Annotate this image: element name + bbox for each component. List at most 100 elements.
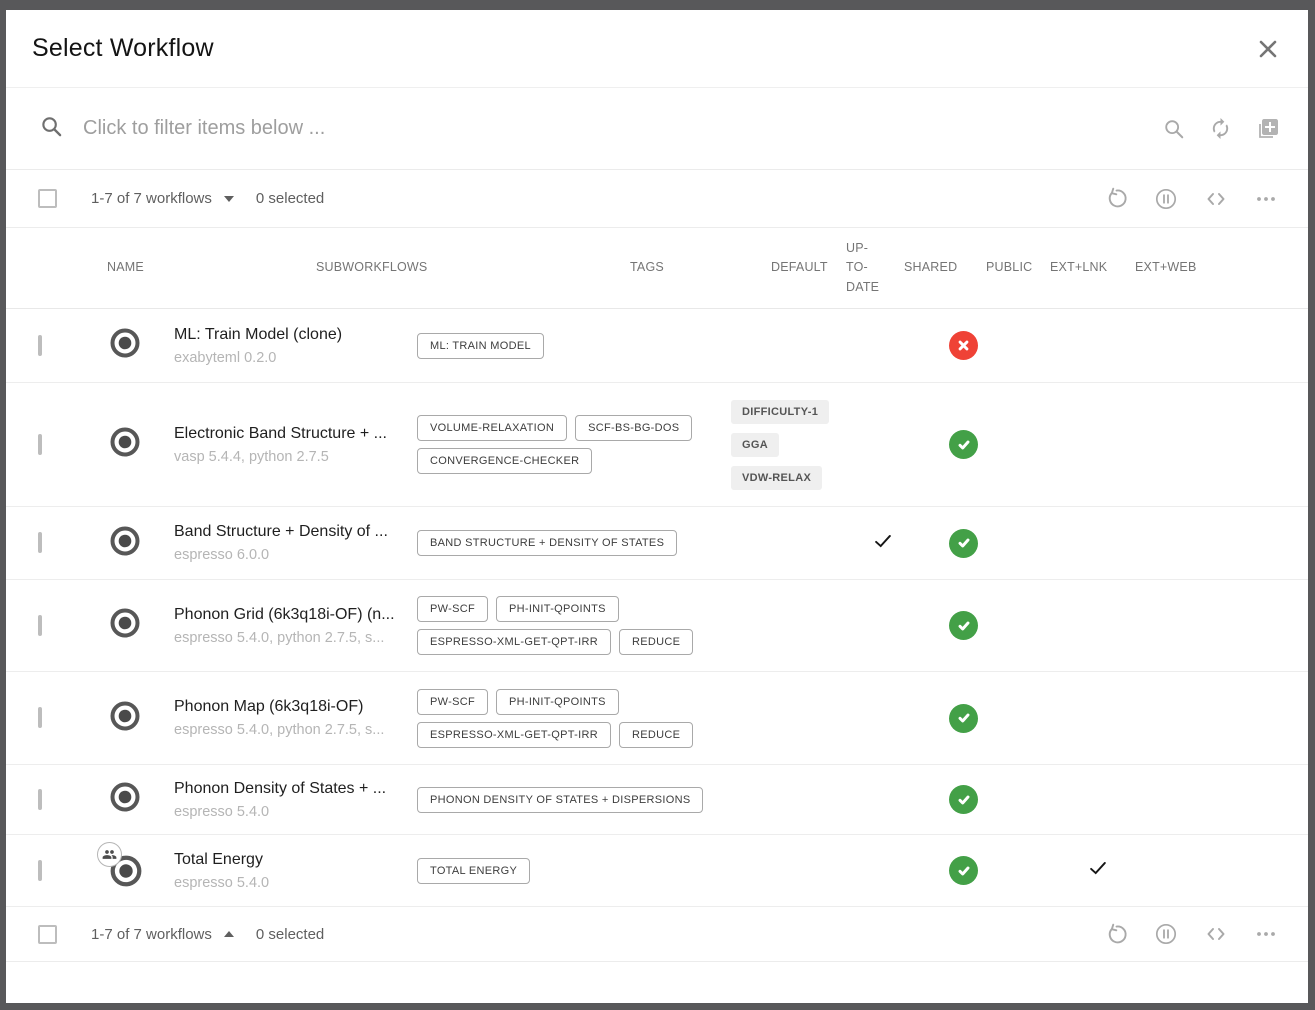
filter-bar xyxy=(6,88,1308,170)
uptodate-ok-icon xyxy=(949,704,978,733)
table-row[interactable]: Total Energy espresso 5.4.0 TOTAL ENERGY xyxy=(6,835,1308,907)
workflow-subtitle: espresso 5.4.0 xyxy=(174,804,417,820)
column-header-subworkflows[interactable]: SUBWORKFLOWS xyxy=(316,260,427,274)
table-row[interactable]: Electronic Band Structure + ... vasp 5.4… xyxy=(6,383,1308,507)
pause-circle-icon[interactable] xyxy=(1154,187,1178,211)
subworkflow-chip: REDUCE xyxy=(619,629,693,655)
workflow-subtitle: espresso 5.4.0 xyxy=(174,875,417,891)
radio-selected-icon[interactable] xyxy=(109,445,141,462)
workflow-name[interactable]: Electronic Band Structure + ... xyxy=(174,425,417,443)
uptodate-ok-icon xyxy=(949,611,978,640)
subworkflow-chip: PH-INIT-QPOINTS xyxy=(496,596,619,622)
workflow-name[interactable]: Phonon Grid (6k3q18i-OF) (n... xyxy=(174,606,417,624)
workflow-name[interactable]: Phonon Density of States + ... xyxy=(174,780,417,798)
table-row[interactable]: Phonon Grid (6k3q18i-OF) (n... espresso … xyxy=(6,580,1308,672)
workflow-subtitle: espresso 6.0.0 xyxy=(174,547,417,563)
pause-circle-icon[interactable] xyxy=(1154,922,1178,946)
select-all-checkbox[interactable] xyxy=(38,925,57,944)
column-header-up-to-date[interactable]: UP-TO-DATE xyxy=(846,239,890,297)
page-title: Select Workflow xyxy=(32,34,214,63)
row-checkbox[interactable] xyxy=(38,615,42,636)
column-header-name[interactable]: NAME xyxy=(107,260,144,274)
pagination-range[interactable]: 1-7 of 7 workflows xyxy=(91,190,212,207)
column-header-ext-web[interactable]: EXT+WEB xyxy=(1135,260,1196,274)
table-row[interactable]: Band Structure + Density of ... espresso… xyxy=(6,507,1308,580)
public-checkmark-icon xyxy=(1087,866,1109,883)
workflow-subtitle: exabyteml 0.2.0 xyxy=(174,350,417,366)
workflow-subtitle: espresso 5.4.0, python 2.7.5, s... xyxy=(174,722,417,738)
radio-selected-icon[interactable] xyxy=(109,719,141,736)
table-header-row: NAME SUBWORKFLOWS TAGS DEFAULT UP-TO-DAT… xyxy=(6,228,1308,309)
table-row[interactable]: Phonon Map (6k3q18i-OF) espresso 5.4.0, … xyxy=(6,672,1308,765)
subworkflow-chip: VOLUME-RELAXATION xyxy=(417,415,567,441)
uptodate-ok-icon xyxy=(949,785,978,814)
search-submit-icon[interactable] xyxy=(1163,118,1185,140)
more-horizontal-icon[interactable] xyxy=(1254,922,1278,946)
uptodate-ok-icon xyxy=(949,856,978,885)
pagination-range[interactable]: 1-7 of 7 workflows xyxy=(91,926,212,943)
workflow-name[interactable]: Band Structure + Density of ... xyxy=(174,523,417,541)
dialog-titlebar: Select Workflow xyxy=(6,10,1308,88)
row-checkbox[interactable] xyxy=(38,335,42,356)
code-brackets-icon[interactable] xyxy=(1204,187,1228,211)
tag-chip: DIFFICULTY-1 xyxy=(731,400,829,424)
subworkflow-chip: ESPRESSO-XML-GET-QPT-IRR xyxy=(417,629,611,655)
table-toolbar: 1-7 of 7 workflows 0 selected xyxy=(6,170,1308,228)
select-all-checkbox[interactable] xyxy=(38,189,57,208)
column-header-ext-lnk[interactable]: EXT+LNK xyxy=(1050,260,1107,274)
close-icon[interactable] xyxy=(1256,37,1280,61)
subworkflow-chip: SCF-BS-BG-DOS xyxy=(575,415,692,441)
selected-count: 0 selected xyxy=(256,190,324,207)
workflow-subtitle: espresso 5.4.0, python 2.7.5, s... xyxy=(174,630,417,646)
uptodate-ok-icon xyxy=(949,430,978,459)
team-people-icon xyxy=(97,842,122,867)
row-checkbox[interactable] xyxy=(38,789,42,810)
table-row[interactable]: Phonon Density of States + ... espresso … xyxy=(6,765,1308,835)
subworkflow-chip: REDUCE xyxy=(619,722,693,748)
subworkflow-chip: PW-SCF xyxy=(417,596,488,622)
tag-chip: VDW-RELAX xyxy=(731,466,822,490)
tag-chip: GGA xyxy=(731,433,779,457)
search-icon xyxy=(40,115,63,143)
undo-history-icon[interactable] xyxy=(1105,923,1128,946)
radio-selected-icon[interactable] xyxy=(109,544,141,561)
row-checkbox[interactable] xyxy=(38,532,42,553)
workflow-name[interactable]: Total Energy xyxy=(174,851,417,869)
subworkflow-chip: TOTAL ENERGY xyxy=(417,858,530,884)
select-workflow-dialog: Select Workflow 1-7 of 7 workflows 0 se xyxy=(6,10,1308,1003)
column-header-tags[interactable]: TAGS xyxy=(630,260,664,274)
row-checkbox[interactable] xyxy=(38,434,42,455)
library-add-icon[interactable] xyxy=(1256,117,1280,141)
chevron-down-icon[interactable] xyxy=(224,196,234,202)
selected-count: 0 selected xyxy=(256,926,324,943)
row-checkbox[interactable] xyxy=(38,860,42,881)
subworkflow-chip: CONVERGENCE-CHECKER xyxy=(417,448,592,474)
radio-selected-icon[interactable] xyxy=(109,800,141,817)
dialog-bottom-spacer xyxy=(6,962,1308,1003)
column-header-default[interactable]: DEFAULT xyxy=(771,260,828,274)
table-footer: 1-7 of 7 workflows 0 selected xyxy=(6,907,1308,962)
column-header-shared[interactable]: SHARED xyxy=(904,260,957,274)
uptodate-ok-icon xyxy=(949,529,978,558)
table-row[interactable]: ML: Train Model (clone) exabyteml 0.2.0 … xyxy=(6,309,1308,383)
refresh-icon[interactable] xyxy=(1209,117,1232,140)
workflow-name[interactable]: ML: Train Model (clone) xyxy=(174,326,417,344)
subworkflow-chip: ESPRESSO-XML-GET-QPT-IRR xyxy=(417,722,611,748)
workflow-name[interactable]: Phonon Map (6k3q18i-OF) xyxy=(174,698,417,716)
search-input[interactable] xyxy=(83,117,1147,140)
uptodate-error-icon xyxy=(949,331,978,360)
row-checkbox[interactable] xyxy=(38,707,42,728)
default-checkmark-icon xyxy=(872,539,894,556)
radio-selected-icon[interactable] xyxy=(109,346,141,363)
radio-selected-icon[interactable] xyxy=(109,626,141,643)
chevron-up-icon[interactable] xyxy=(224,931,234,937)
radio-selected-icon[interactable] xyxy=(109,875,143,892)
subworkflow-chip: PH-INIT-QPOINTS xyxy=(496,689,619,715)
workflow-subtitle: vasp 5.4.4, python 2.7.5 xyxy=(174,449,417,465)
code-brackets-icon[interactable] xyxy=(1204,922,1228,946)
undo-history-icon[interactable] xyxy=(1105,187,1128,210)
column-header-public[interactable]: PUBLIC xyxy=(986,260,1032,274)
subworkflow-chip: PW-SCF xyxy=(417,689,488,715)
subworkflow-chip: BAND STRUCTURE + DENSITY OF STATES xyxy=(417,530,677,556)
more-horizontal-icon[interactable] xyxy=(1254,187,1278,211)
